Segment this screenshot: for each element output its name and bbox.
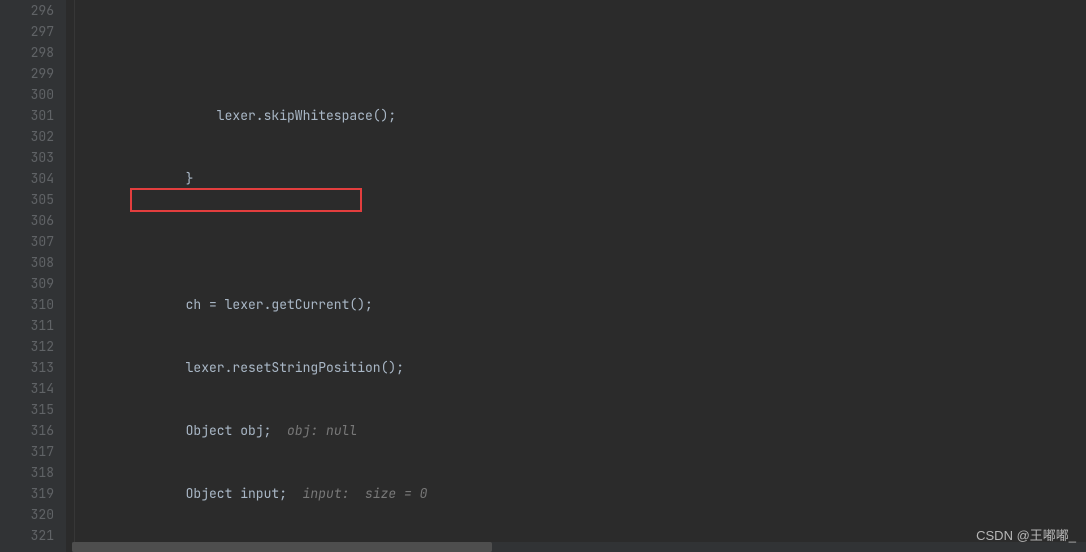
line-number: 305 [0,189,54,210]
line-number: 299 [0,63,54,84]
code-line: Object obj; obj: null [92,420,1086,441]
watermark-label: CSDN @王嘟嘟_ [976,525,1076,546]
code-line: } [92,168,1086,189]
code-line [92,231,1086,252]
line-number: 302 [0,126,54,147]
line-number: 306 [0,210,54,231]
line-number: 315 [0,399,54,420]
code-area[interactable]: lexer.skipWhitespace(); } ch = lexer.get… [84,0,1086,552]
line-number: 307 [0,231,54,252]
line-number: 296 [0,0,54,21]
code-line: lexer.skipWhitespace(); [92,105,1086,126]
line-number: 318 [0,462,54,483]
line-number: 314 [0,378,54,399]
line-number: 316 [0,420,54,441]
line-number: 317 [0,441,54,462]
code-line: ch = lexer.getCurrent(); [92,294,1086,315]
code-editor[interactable]: 2962972982993003013023033043053063073083… [0,0,1086,552]
line-number: 321 [0,525,54,546]
line-number: 312 [0,336,54,357]
scrollbar-thumb[interactable] [72,542,492,552]
line-number: 303 [0,147,54,168]
line-number-gutter: 2962972982993003013023033043053063073083… [0,0,66,552]
code-line: Object input; input: size = 0 [92,483,1086,504]
line-number: 300 [0,84,54,105]
line-number: 320 [0,504,54,525]
line-number: 313 [0,357,54,378]
line-number: 309 [0,273,54,294]
line-number: 311 [0,315,54,336]
line-number: 308 [0,252,54,273]
line-number: 319 [0,483,54,504]
line-number: 304 [0,168,54,189]
fold-column[interactable] [66,0,84,552]
highlight-box [130,188,362,212]
line-number: 310 [0,294,54,315]
line-number: 301 [0,105,54,126]
horizontal-scrollbar[interactable] [72,542,1086,552]
line-number: 297 [0,21,54,42]
line-number: 298 [0,42,54,63]
code-line: lexer.resetStringPosition(); [92,357,1086,378]
